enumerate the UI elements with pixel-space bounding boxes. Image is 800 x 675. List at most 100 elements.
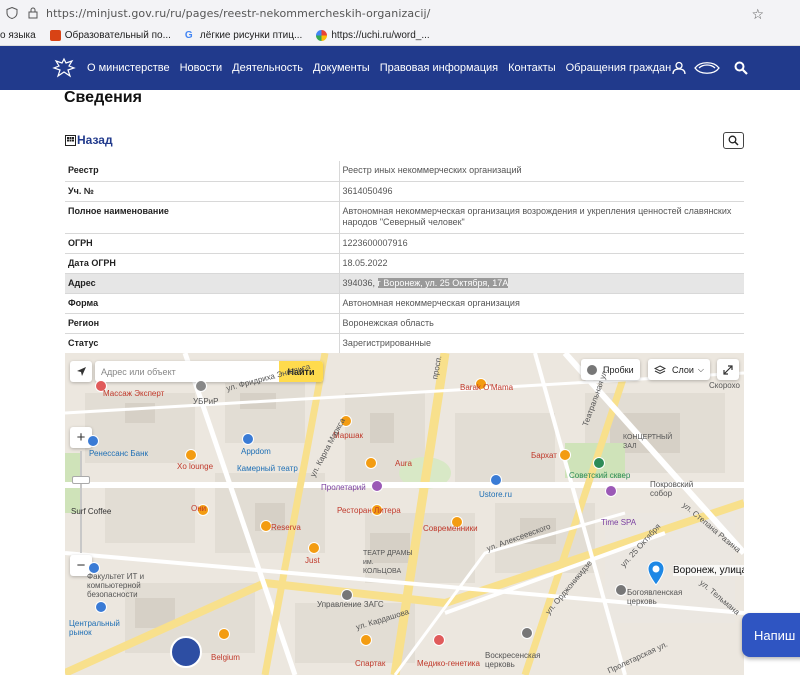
site-header: О министерстве Новости Деятельность Доку… bbox=[0, 46, 800, 90]
url-field[interactable]: https://minjust.gov.ru/ru/pages/reestr-n… bbox=[46, 7, 430, 20]
field-value: 3614050496 bbox=[339, 181, 744, 202]
map-label: Управление ЗАГС bbox=[317, 600, 384, 609]
bookmarks-bar: о языка Образовательный по... Gлёгкие ри… bbox=[0, 26, 800, 46]
pin-address-label: Воронеж, улица 2 bbox=[673, 565, 744, 576]
search-icon[interactable] bbox=[734, 61, 748, 75]
user-icon[interactable] bbox=[672, 61, 686, 75]
expand-icon bbox=[723, 364, 733, 375]
map-label: Ustore.ru bbox=[479, 490, 512, 499]
grid-icon bbox=[65, 134, 76, 146]
nav-legal-info[interactable]: Правовая информация bbox=[380, 62, 498, 74]
map-label: Советский сквер bbox=[569, 471, 631, 480]
poi-marker[interactable] bbox=[218, 628, 230, 640]
layers-label: Слои bbox=[672, 364, 694, 375]
map-label: Медико-генетика bbox=[417, 659, 480, 668]
yandex-map[interactable]: Адрес или объект Найти Пробки Слои ⌵ + − bbox=[65, 353, 744, 675]
map-label: ТЕАТР ДРАМЫ им. КОЛЬЦОВА bbox=[363, 550, 413, 575]
location-pin-icon[interactable] bbox=[647, 560, 665, 586]
table-row: Статус Зарегистрированные bbox=[65, 333, 744, 354]
traffic-icon bbox=[587, 364, 597, 375]
google-icon: G bbox=[184, 30, 193, 41]
address-postcode: 394036, bbox=[342, 277, 378, 288]
nav-news[interactable]: Новости bbox=[180, 62, 223, 74]
zoom-track bbox=[80, 451, 82, 553]
back-link[interactable]: Назад bbox=[65, 133, 113, 147]
geolocation-button[interactable] bbox=[70, 361, 92, 382]
accessibility-eye-icon[interactable] bbox=[694, 60, 720, 76]
field-value: Автономная некоммерческая организация во… bbox=[339, 201, 744, 234]
search-button[interactable] bbox=[723, 132, 744, 149]
poi-marker[interactable] bbox=[308, 542, 320, 554]
nav-ministry[interactable]: О министерстве bbox=[87, 62, 170, 74]
nav-contacts[interactable]: Контакты bbox=[508, 62, 556, 74]
fullscreen-button[interactable] bbox=[717, 359, 739, 380]
layers-icon bbox=[654, 364, 666, 374]
table-row: Регион Воронежская область bbox=[65, 313, 744, 334]
map-label: КОНЦЕРТНЫЙ ЗАЛ bbox=[623, 434, 673, 450]
poi-marker[interactable] bbox=[559, 449, 571, 461]
poi-marker[interactable] bbox=[185, 449, 197, 461]
site-icon bbox=[49, 30, 61, 41]
table-row: ОГРН 1223600007916 bbox=[65, 233, 744, 254]
write-to-us-button[interactable]: Напиш bbox=[742, 613, 800, 657]
bookmark-star-icon[interactable]: ☆ bbox=[751, 6, 764, 23]
field-label: Уч. № bbox=[65, 181, 340, 202]
traffic-button[interactable]: Пробки bbox=[581, 359, 640, 380]
poi-marker[interactable] bbox=[615, 584, 627, 596]
poi-marker[interactable] bbox=[521, 627, 533, 639]
poi-marker[interactable] bbox=[365, 457, 377, 469]
ministry-emblem-icon[interactable] bbox=[52, 57, 76, 79]
browser-address-bar: https://minjust.gov.ru/ru/pages/reestr-n… bbox=[0, 0, 800, 26]
poi-marker[interactable] bbox=[605, 485, 617, 497]
poi-marker[interactable] bbox=[593, 457, 605, 469]
map-label: Belgium bbox=[211, 653, 240, 662]
theatre-emblem-icon[interactable] bbox=[170, 636, 202, 668]
map-label: Barak O'Mama bbox=[460, 383, 514, 392]
poi-marker[interactable] bbox=[95, 601, 107, 613]
poi-marker[interactable] bbox=[490, 474, 502, 486]
nav-activity[interactable]: Деятельность bbox=[232, 62, 303, 74]
lock-icon bbox=[28, 7, 38, 19]
bookmark-label: Образовательный по... bbox=[64, 30, 171, 41]
map-label: Ренессанс Банк bbox=[89, 449, 149, 458]
bookmark-label: о языка bbox=[0, 30, 36, 41]
map-search-placeholder: Адрес или объект bbox=[101, 366, 176, 377]
map-label: Surf Coffee bbox=[71, 507, 112, 516]
main-nav: О министерстве Новости Деятельность Доку… bbox=[87, 46, 681, 90]
table-row: Полное наименование Автономная некоммерч… bbox=[65, 201, 744, 234]
poi-marker[interactable] bbox=[87, 435, 99, 447]
back-label: Назад bbox=[77, 133, 113, 147]
nav-appeals[interactable]: Обращения граждан bbox=[566, 62, 672, 74]
bookmark-item[interactable]: Образовательный по... bbox=[49, 30, 171, 41]
bookmark-item[interactable]: Gлёгкие рисунки птиц... bbox=[185, 30, 302, 41]
field-label: Адрес bbox=[65, 273, 340, 294]
field-label: Статус bbox=[65, 333, 340, 354]
bookmark-item[interactable]: о языка bbox=[0, 30, 36, 41]
table-row: Уч. № 3614050496 bbox=[65, 181, 744, 202]
poi-marker[interactable] bbox=[433, 634, 445, 646]
layers-button[interactable]: Слои ⌵ bbox=[648, 359, 710, 380]
map-label: Массаж Эксперт bbox=[103, 389, 165, 398]
nav-documents[interactable]: Документы bbox=[313, 62, 370, 74]
field-label: Полное наименование bbox=[65, 201, 340, 234]
map-label: Пролетарий bbox=[321, 483, 366, 492]
field-value: Зарегистрированные bbox=[339, 333, 744, 354]
poi-marker[interactable] bbox=[360, 634, 372, 646]
map-background bbox=[65, 353, 744, 675]
poi-marker[interactable] bbox=[371, 480, 383, 492]
table-row: Дата ОГРН 18.05.2022 bbox=[65, 253, 744, 274]
field-label: Форма bbox=[65, 293, 340, 314]
map-label: Камерный театр bbox=[237, 464, 298, 473]
map-label: Reserva bbox=[271, 523, 301, 532]
address-selected-text[interactable]: г Воронеж, ул. 25 Октября, 17А bbox=[377, 277, 509, 288]
map-label: Time SPA bbox=[601, 518, 637, 527]
poi-marker[interactable] bbox=[242, 433, 254, 445]
bookmark-item[interactable]: https://uchi.ru/word_... bbox=[316, 30, 430, 41]
field-value: Автономная некоммерческая организация bbox=[339, 293, 744, 314]
field-label: Реестр bbox=[65, 161, 340, 182]
zoom-slider-handle[interactable] bbox=[72, 476, 90, 484]
map-label: Они bbox=[191, 504, 207, 513]
field-value: Реестр иных некоммерческих организаций bbox=[339, 161, 744, 182]
map-label: Aura bbox=[395, 459, 412, 468]
poi-marker[interactable] bbox=[195, 380, 207, 392]
